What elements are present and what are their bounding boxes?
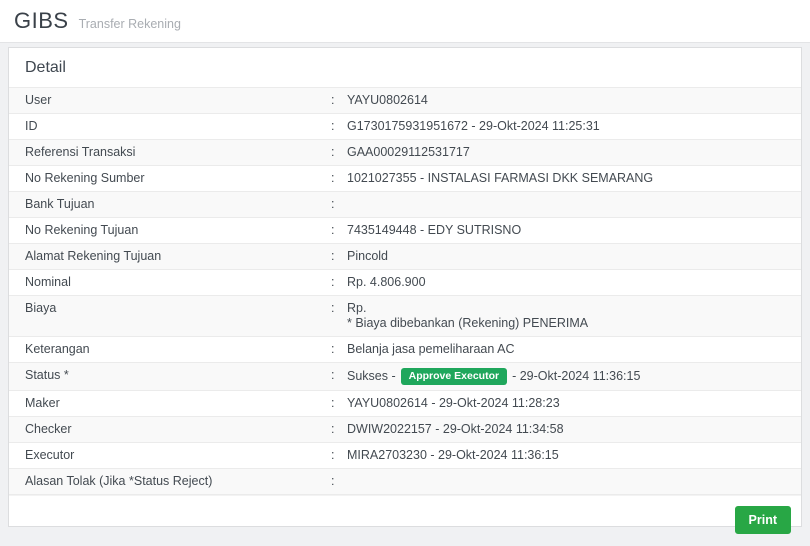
detail-row: No Rekening Tujuan : 7435149448 - EDY SU…	[9, 218, 801, 244]
row-label: Keterangan	[25, 342, 331, 357]
row-colon: :	[331, 301, 347, 316]
row-value: Pincold	[347, 249, 785, 264]
row-label: Status *	[25, 368, 331, 383]
row-value: YAYU0802614	[347, 93, 785, 108]
row-value: 1021027355 - INSTALASI FARMASI DKK SEMAR…	[347, 171, 785, 186]
row-colon: :	[331, 119, 347, 134]
row-value: MIRA2703230 - 29-Okt-2024 11:36:15	[347, 448, 785, 463]
status-timestamp: - 29-Okt-2024 11:36:15	[512, 369, 640, 384]
row-label: No Rekening Tujuan	[25, 223, 331, 238]
status-text: Sukses -	[347, 369, 396, 384]
row-colon: :	[331, 249, 347, 264]
row-value-line: * Biaya dibebankan (Rekening) PENERIMA	[347, 316, 785, 331]
detail-row: Nominal : Rp. 4.806.900	[9, 270, 801, 296]
row-colon: :	[331, 171, 347, 186]
row-value: GAA00029112531717	[347, 145, 785, 160]
row-colon: :	[331, 275, 347, 290]
row-value: Rp.* Biaya dibebankan (Rekening) PENERIM…	[347, 301, 785, 331]
row-value: YAYU0802614 - 29-Okt-2024 11:28:23	[347, 396, 785, 411]
detail-table: User : YAYU0802614 ID : G173017593195167…	[9, 87, 801, 495]
row-colon: :	[331, 197, 347, 212]
row-colon: :	[331, 342, 347, 357]
row-value: Rp. 4.806.900	[347, 275, 785, 290]
detail-row: Referensi Transaksi : GAA00029112531717	[9, 140, 801, 166]
detail-row: Alasan Tolak (Jika *Status Reject) :	[9, 469, 801, 495]
detail-row: Checker : DWIW2022157 - 29-Okt-2024 11:3…	[9, 417, 801, 443]
detail-row: No Rekening Sumber : 1021027355 - INSTAL…	[9, 166, 801, 192]
page: GIBS Transfer Rekening Detail User : YAY…	[0, 0, 810, 527]
detail-row: Keterangan : Belanja jasa pemeliharaan A…	[9, 337, 801, 363]
row-label: Alasan Tolak (Jika *Status Reject)	[25, 474, 331, 489]
detail-row: Executor : MIRA2703230 - 29-Okt-2024 11:…	[9, 443, 801, 469]
row-label: Maker	[25, 396, 331, 411]
detail-row: Status * : Sukses - Approve Executor - 29-…	[9, 363, 801, 391]
row-colon: :	[331, 368, 347, 383]
row-value: Belanja jasa pemeliharaan AC	[347, 342, 785, 357]
row-colon: :	[331, 145, 347, 160]
content: Detail User : YAYU0802614 ID : G17301759…	[0, 43, 810, 527]
row-label: Checker	[25, 422, 331, 437]
row-value: G1730175931951672 - 29-Okt-2024 11:25:31	[347, 119, 785, 134]
detail-row: Bank Tujuan :	[9, 192, 801, 218]
detail-row: Maker : YAYU0802614 - 29-Okt-2024 11:28:…	[9, 391, 801, 417]
detail-row: Biaya : Rp.* Biaya dibebankan (Rekening)…	[9, 296, 801, 337]
row-label: Alamat Rekening Tujuan	[25, 249, 331, 264]
row-label: Biaya	[25, 301, 331, 316]
app-header: GIBS Transfer Rekening	[0, 0, 810, 43]
row-label: User	[25, 93, 331, 108]
detail-row: User : YAYU0802614	[9, 88, 801, 114]
row-colon: :	[331, 448, 347, 463]
status-badge: Approve Executor	[401, 368, 507, 385]
row-colon: :	[331, 422, 347, 437]
row-colon: :	[331, 93, 347, 108]
row-value-line: Rp.	[347, 301, 785, 316]
row-value: 7435149448 - EDY SUTRISNO	[347, 223, 785, 238]
row-colon: :	[331, 474, 347, 489]
row-label: Bank Tujuan	[25, 197, 331, 212]
detail-row: Alamat Rekening Tujuan : Pincold	[9, 244, 801, 270]
detail-row: ID : G1730175931951672 - 29-Okt-2024 11:…	[9, 114, 801, 140]
row-label: Nominal	[25, 275, 331, 290]
row-value: DWIW2022157 - 29-Okt-2024 11:34:58	[347, 422, 785, 437]
app-subtitle: Transfer Rekening	[79, 11, 181, 31]
panel-footer: Print	[9, 495, 801, 546]
panel-title: Detail	[9, 48, 801, 87]
detail-panel: Detail User : YAYU0802614 ID : G17301759…	[8, 47, 802, 527]
row-colon: :	[331, 396, 347, 411]
row-colon: :	[331, 223, 347, 238]
app-title: GIBS	[14, 8, 69, 34]
row-label: Executor	[25, 448, 331, 463]
row-label: ID	[25, 119, 331, 134]
row-label: Referensi Transaksi	[25, 145, 331, 160]
row-value: Sukses - Approve Executor - 29-Okt-2024 11…	[347, 368, 785, 385]
row-label: No Rekening Sumber	[25, 171, 331, 186]
print-button[interactable]: Print	[735, 506, 791, 534]
